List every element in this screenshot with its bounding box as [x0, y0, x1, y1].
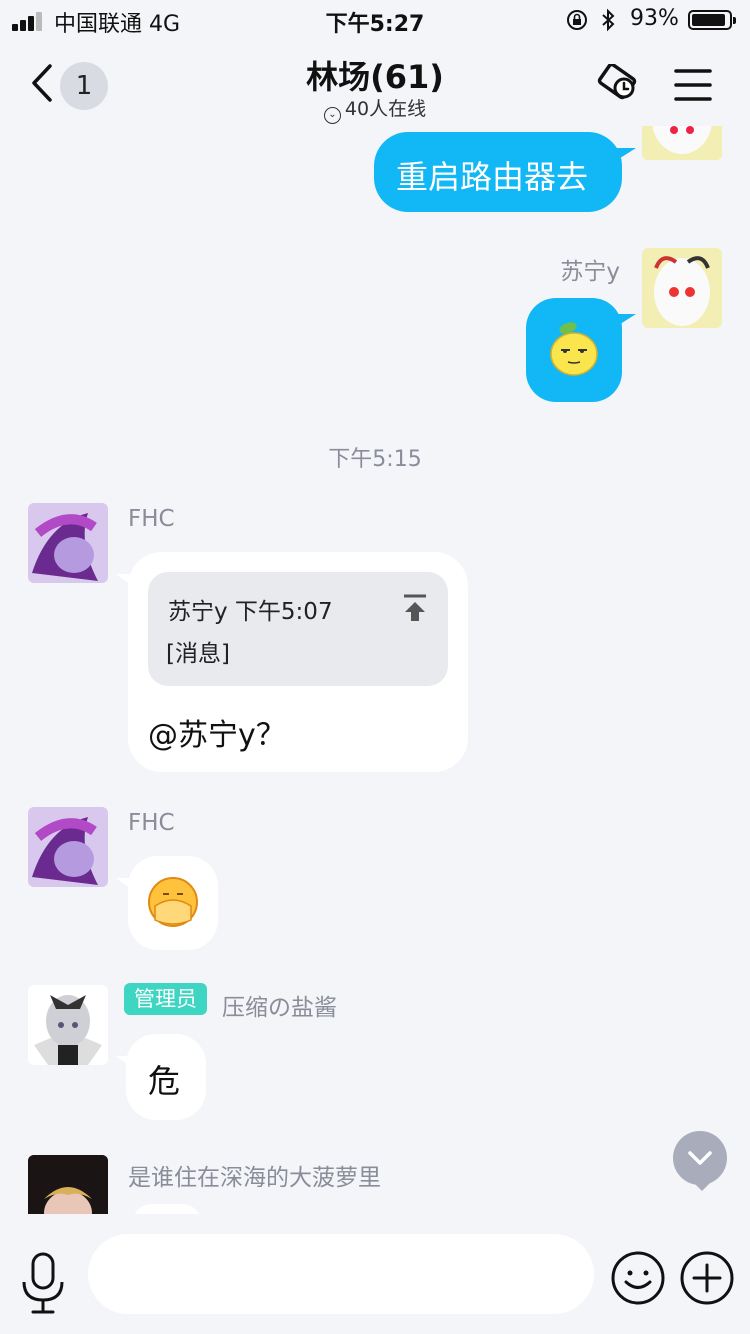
group-card-icon[interactable]: [596, 64, 646, 106]
message-bubble[interactable]: 危: [126, 1034, 206, 1120]
battery-percent: 93%: [630, 6, 679, 31]
avatar[interactable]: [28, 503, 108, 583]
message-bubble[interactable]: [132, 1204, 202, 1214]
message-text: 危: [148, 1062, 181, 1100]
voice-input-icon[interactable]: [20, 1252, 66, 1316]
avatar[interactable]: [28, 1155, 108, 1214]
message-bubble[interactable]: 苏宁y 下午5:07 [消息] @苏宁y？: [128, 552, 468, 772]
message-bubble[interactable]: 重启路由器去: [374, 132, 622, 212]
status-bar: 中国联通 4G 下午5:27 93%: [0, 0, 750, 40]
facepalm-emoji-icon: [148, 877, 198, 927]
message-list[interactable]: 重启路由器去 苏宁y 下午5:15 FHC 苏宁y 下午5:07 [消息] @苏…: [0, 126, 750, 1214]
rotation-lock-icon: [567, 10, 587, 30]
online-count-label: 40人在线: [344, 98, 427, 120]
message-input[interactable]: [88, 1234, 594, 1314]
lemon-sticker-icon: [550, 322, 598, 376]
time-divider: 下午5:15: [328, 447, 422, 472]
plus-icon[interactable]: [680, 1251, 734, 1305]
scroll-to-bottom-button[interactable]: [673, 1131, 727, 1185]
chevron-down-icon: ⌄: [323, 107, 341, 124]
input-bar: [0, 1214, 750, 1334]
chevron-down-icon: [688, 1151, 712, 1165]
avatar[interactable]: [28, 807, 108, 887]
sender-name: 压缩の盐酱: [222, 995, 337, 1021]
bluetooth-icon: [602, 8, 615, 32]
sticker-bubble[interactable]: [526, 298, 622, 402]
avatar[interactable]: [642, 126, 722, 160]
chat-header: 1 林场(61) ⌄ 40人在线: [0, 40, 750, 126]
message-text: 重启路由器去: [396, 158, 589, 196]
menu-icon[interactable]: [674, 68, 712, 102]
battery-icon: [688, 10, 736, 30]
sticker-bubble[interactable]: [128, 856, 218, 950]
sender-name: FHC: [128, 506, 175, 532]
quote-header: 苏宁y 下午5:07: [168, 599, 333, 625]
sender-name: FHC: [128, 810, 175, 836]
scroll-button-pointer: [692, 1181, 712, 1191]
quote-body: [消息]: [166, 641, 230, 667]
sender-name: 是谁住在深海的大菠萝里: [128, 1165, 381, 1191]
avatar[interactable]: [28, 985, 108, 1065]
jump-to-message-icon[interactable]: [402, 594, 428, 622]
emoji-icon[interactable]: [611, 1251, 665, 1305]
message-text: @苏宁y？: [148, 718, 286, 753]
sender-name: 苏宁y: [560, 259, 620, 285]
avatar[interactable]: [642, 248, 722, 328]
quoted-message[interactable]: 苏宁y 下午5:07 [消息]: [148, 572, 448, 686]
admin-badge: 管理员: [124, 983, 207, 1015]
